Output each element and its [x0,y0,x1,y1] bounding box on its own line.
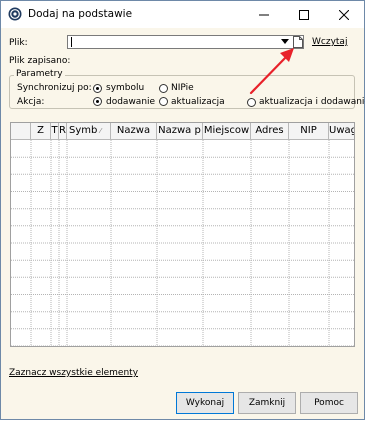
load-link[interactable]: Wczytaj [312,37,347,47]
column-header-symbol[interactable]: Symb ⁄ [67,123,111,139]
column-header-select[interactable] [11,123,31,139]
dialog-window: Dodaj na podstawie Plik: Wczytaj Plik za… [0,0,365,420]
app-logo-icon [8,7,22,21]
radio-action-update-add-label[interactable]: aktualizacja i dodawanie [259,97,365,107]
radio-sync-symbol-label[interactable]: symbolu [106,83,144,93]
parameters-legend: Parametry [14,69,65,79]
maximize-icon [299,9,309,20]
document-icon[interactable] [293,36,303,48]
file-saved-label: Plik zapisano: [9,56,71,66]
dropdown-arrow-icon[interactable] [281,39,289,45]
column-header-t[interactable]: T [51,123,59,139]
column-header-name[interactable]: Nazwa [111,123,157,139]
sort-indicator-icon: ⁄ [100,127,102,135]
text-caret [71,37,72,47]
radio-action-update[interactable] [159,97,168,106]
column-header-r[interactable]: R [59,123,67,139]
sync-label: Synchronizuj po: [17,83,92,93]
help-button[interactable]: Pomoc [300,392,358,414]
data-grid[interactable]: Z T R Symb ⁄ Nazwa Nazwa p Miejscow Adre… [10,122,355,347]
radio-sync-nip-label[interactable]: NIPie [171,83,194,93]
column-header-symbol-label: Symb [69,125,98,136]
minimize-icon [259,14,269,15]
radio-action-update-label[interactable]: aktualizacja [171,97,225,107]
column-header-z[interactable]: Z [31,123,51,139]
execute-button[interactable]: Wykonaj [176,392,234,414]
radio-sync-nip[interactable] [159,84,168,93]
radio-action-update-add[interactable] [247,98,256,107]
window-title: Dodaj na podstawie [28,8,133,20]
column-header-address[interactable]: Adres [251,123,289,139]
column-header-city[interactable]: Miejscow [203,123,251,139]
column-header-full-name[interactable]: Nazwa p [157,123,203,139]
column-header-notes[interactable]: Uwagi [329,123,354,139]
minimize-button[interactable] [244,1,284,28]
column-header-nip[interactable]: NIP [289,123,329,139]
grid-header: Z T R Symb ⁄ Nazwa Nazwa p Miejscow Adre… [11,123,354,140]
radio-action-add[interactable] [93,97,102,106]
close-icon [339,9,349,20]
file-label: Plik: [9,38,28,48]
file-combobox[interactable] [67,35,304,49]
grid-body[interactable] [11,140,354,346]
maximize-button[interactable] [284,1,324,28]
action-label: Akcja: [17,97,45,107]
radio-sync-symbol[interactable] [93,84,102,93]
title-bar[interactable]: Dodaj na podstawie [1,1,364,28]
select-all-link[interactable]: Zaznacz wszystkie elementy [9,368,138,378]
close-dialog-button[interactable]: Zamknij [238,392,296,414]
radio-action-add-label[interactable]: dodawanie [106,97,155,107]
close-button[interactable] [324,1,364,28]
